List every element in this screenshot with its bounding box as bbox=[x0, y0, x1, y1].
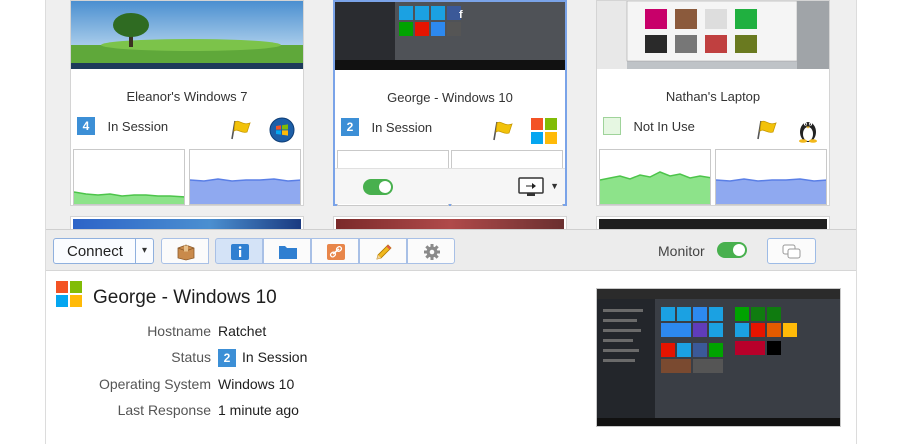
card-action-bar: ▼ bbox=[335, 168, 565, 204]
monitor-toggle[interactable] bbox=[363, 179, 393, 195]
computer-card-partial[interactable] bbox=[596, 216, 830, 230]
package-icon bbox=[177, 244, 195, 261]
card-status-row: Not In Use bbox=[603, 117, 823, 143]
performance-graphs bbox=[73, 149, 301, 205]
computer-card-partial[interactable] bbox=[70, 216, 304, 230]
memory-graph bbox=[189, 149, 301, 205]
computer-card-george[interactable]: f George - Windows 10 2 In Session ▼ bbox=[333, 0, 567, 206]
windows-10-icon bbox=[56, 281, 82, 307]
last-response-value: 1 minute ago bbox=[218, 402, 299, 418]
os-value: Windows 10 bbox=[218, 376, 295, 392]
link-button[interactable] bbox=[311, 238, 359, 264]
session-count-badge bbox=[603, 117, 621, 135]
toolbar: Connect ▾ Monitor bbox=[46, 229, 856, 271]
card-status-row: 2 In Session bbox=[341, 118, 559, 144]
chevron-down-icon[interactable]: ▼ bbox=[550, 181, 559, 191]
remote-screen-icon[interactable] bbox=[517, 176, 545, 198]
flag-icon[interactable] bbox=[491, 120, 515, 142]
desktop-thumbnail: f bbox=[335, 2, 565, 70]
status-text: Not In Use bbox=[633, 118, 695, 134]
chat-button[interactable] bbox=[767, 238, 816, 264]
computer-card-partial[interactable] bbox=[333, 216, 567, 230]
computer-card-nathan[interactable]: Nathan's Laptop Not In Use bbox=[596, 0, 830, 206]
info-icon bbox=[231, 244, 249, 260]
folder-icon bbox=[279, 246, 297, 259]
detail-row-last-response: Last Response 1 minute ago bbox=[46, 402, 299, 422]
windows-10-icon bbox=[531, 118, 557, 144]
session-count-badge: 4 bbox=[77, 117, 95, 135]
card-status-row: 4 In Session bbox=[77, 117, 297, 143]
computer-title: George - Windows 10 bbox=[93, 287, 277, 308]
svg-text:f: f bbox=[459, 9, 463, 21]
chevron-down-icon[interactable]: ▾ bbox=[135, 239, 153, 263]
connect-label: Connect bbox=[67, 243, 123, 260]
computer-card-eleanor[interactable]: Eleanor's Windows 7 4 In Session bbox=[70, 0, 304, 206]
app-window: Eleanor's Windows 7 4 In Session f Georg… bbox=[45, 0, 857, 444]
link-icon bbox=[327, 244, 345, 260]
details-panel: George - Windows 10 Hostname Ratchet Sta… bbox=[46, 271, 856, 444]
chat-icon bbox=[782, 244, 801, 259]
status-text: In Session bbox=[242, 349, 308, 365]
session-count-badge: 2 bbox=[218, 349, 236, 368]
status-text: In Session bbox=[107, 118, 169, 134]
pencil-icon bbox=[376, 244, 392, 260]
detail-row-status: Status 2 In Session bbox=[46, 349, 307, 369]
flag-icon[interactable] bbox=[229, 119, 253, 141]
connect-button[interactable]: Connect ▾ bbox=[53, 238, 154, 264]
hostname-label: Hostname bbox=[147, 323, 211, 339]
files-button[interactable] bbox=[263, 238, 311, 264]
monitor-label: Monitor bbox=[658, 243, 705, 259]
os-label: Operating System bbox=[98, 376, 211, 392]
desktop-thumbnail bbox=[597, 1, 829, 69]
card-name: George - Windows 10 bbox=[387, 90, 513, 105]
flag-icon[interactable] bbox=[755, 119, 779, 141]
detail-row-hostname: Hostname Ratchet bbox=[46, 323, 266, 343]
status-value: 2 In Session bbox=[218, 349, 308, 368]
status-label: Status bbox=[171, 349, 211, 365]
linux-tux-icon bbox=[799, 122, 817, 143]
hostname-value: Ratchet bbox=[218, 323, 267, 339]
card-name: Nathan's Laptop bbox=[665, 89, 761, 104]
desktop-thumbnail bbox=[71, 1, 303, 69]
status-text: In Session bbox=[371, 119, 433, 135]
cpu-graph bbox=[73, 149, 185, 205]
memory-graph bbox=[715, 149, 827, 205]
gear-icon bbox=[424, 244, 440, 260]
info-button[interactable] bbox=[215, 238, 263, 264]
monitor-toggle[interactable] bbox=[717, 242, 747, 258]
last-response-label: Last Response bbox=[117, 402, 211, 418]
performance-graphs bbox=[599, 149, 827, 205]
windows-7-icon bbox=[269, 117, 295, 143]
detail-row-os: Operating System Windows 10 bbox=[46, 376, 294, 396]
screen-preview[interactable] bbox=[596, 288, 841, 427]
session-count-badge: 2 bbox=[341, 118, 359, 136]
edit-button[interactable] bbox=[359, 238, 407, 264]
settings-button[interactable] bbox=[407, 238, 455, 264]
cpu-graph bbox=[599, 149, 711, 205]
package-button[interactable] bbox=[161, 238, 209, 264]
card-name: Eleanor's Windows 7 bbox=[126, 89, 248, 104]
